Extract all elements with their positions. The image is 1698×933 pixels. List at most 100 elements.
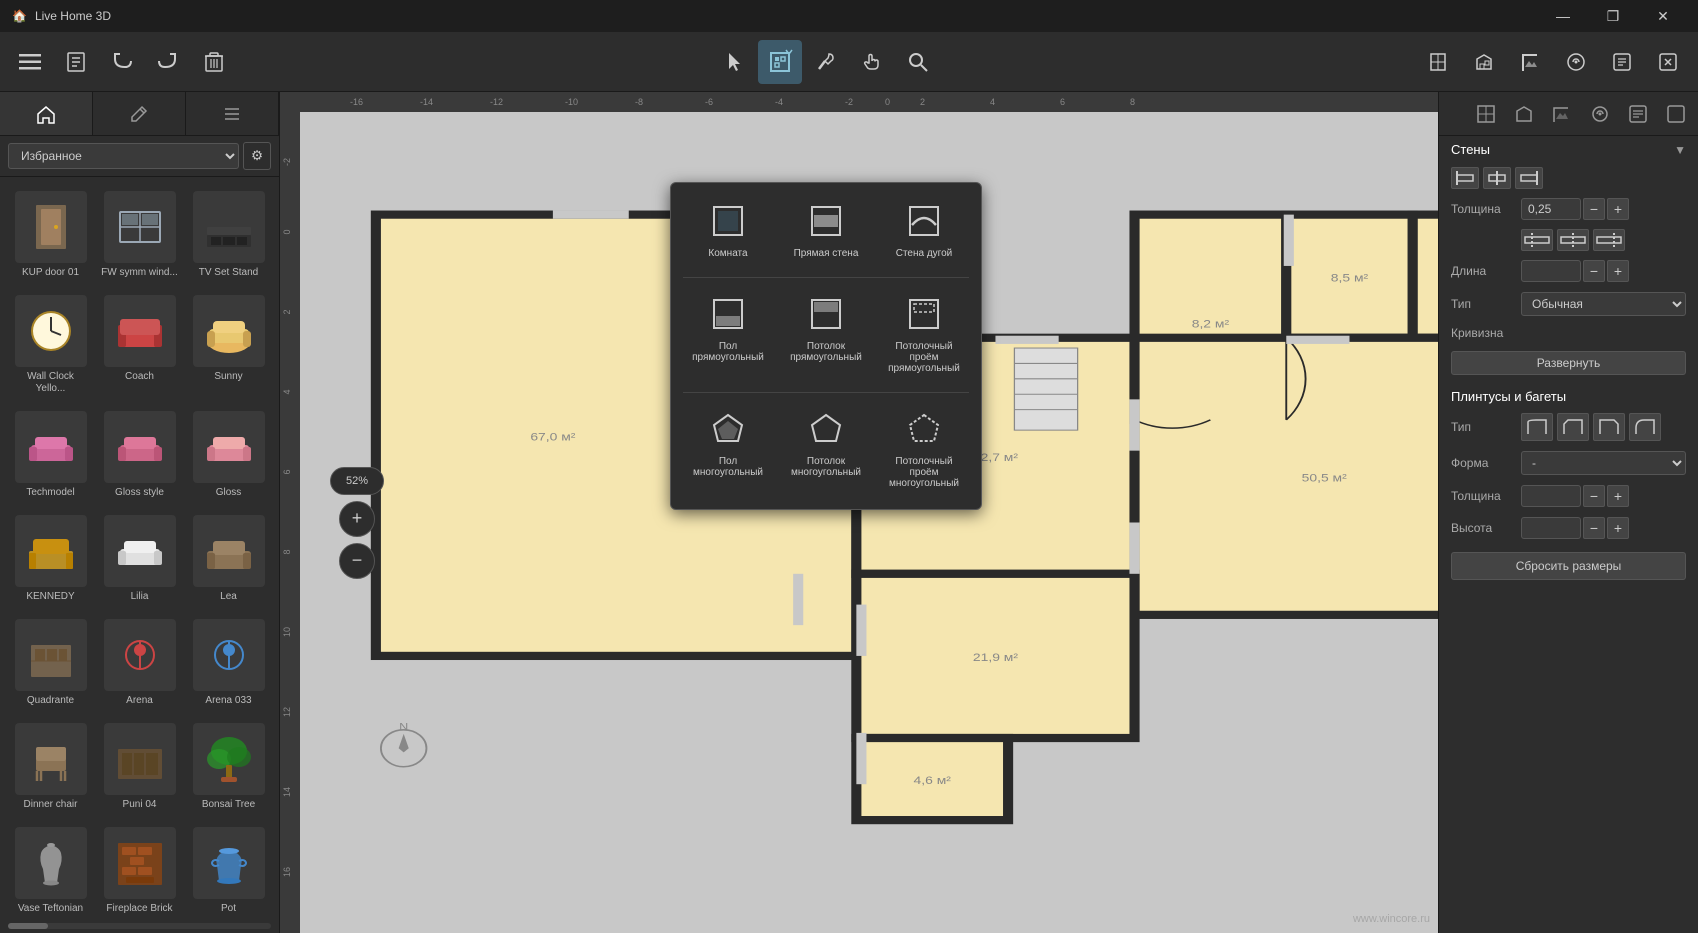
align-icon-2c[interactable]: [1593, 229, 1625, 251]
right-tool-2[interactable]: [1462, 40, 1506, 84]
list-item[interactable]: KENNEDY: [8, 509, 93, 609]
list-item[interactable]: FW symm wind...: [97, 185, 182, 285]
list-item[interactable]: Lea: [186, 509, 271, 609]
right-tab-2[interactable]: [1506, 96, 1542, 132]
rect-floor-icon: [710, 296, 746, 337]
plinth-shape-2[interactable]: [1557, 413, 1589, 441]
zoom-out-button[interactable]: −: [339, 543, 375, 579]
svg-text:2: 2: [920, 97, 925, 107]
menu-button[interactable]: [8, 40, 52, 84]
expand-button[interactable]: Развернуть: [1451, 351, 1686, 375]
plinth-height-plus[interactable]: +: [1607, 517, 1629, 539]
list-item[interactable]: Arena 033: [186, 613, 271, 713]
list-item[interactable]: Gloss style: [97, 405, 182, 505]
list-item[interactable]: Fireplace Brick: [97, 821, 182, 919]
plinth-shape-4[interactable]: [1629, 413, 1661, 441]
list-item[interactable]: TV Set Stand: [186, 185, 271, 285]
length-row: Длина − +: [1439, 255, 1698, 287]
align-left-icon[interactable]: [1451, 167, 1479, 189]
align-icon-2b[interactable]: [1557, 229, 1589, 251]
category-dropdown[interactable]: Избранное: [8, 143, 239, 169]
list-item[interactable]: Bonsai Tree: [186, 717, 271, 817]
right-tool-6[interactable]: [1646, 40, 1690, 84]
plinth-type-row: Тип: [1439, 408, 1698, 446]
align-right-icon[interactable]: [1515, 167, 1543, 189]
thickness-plus[interactable]: +: [1607, 198, 1629, 220]
popup-straight-wall[interactable]: Прямая стена: [781, 195, 871, 267]
search-button[interactable]: [896, 40, 940, 84]
popup-rect-floor[interactable]: Пол прямоугольный: [683, 288, 773, 382]
item-thumbnail: [104, 411, 176, 483]
plinth-thickness-plus[interactable]: +: [1607, 485, 1629, 507]
hand-button[interactable]: [850, 40, 894, 84]
plinth-height-input[interactable]: [1521, 517, 1581, 539]
align-icon-2a[interactable]: [1521, 229, 1553, 251]
right-tab-4[interactable]: [1582, 96, 1618, 132]
trash-button[interactable]: [192, 40, 236, 84]
popup-poly-ceiling[interactable]: Потолок многоугольный: [781, 403, 871, 497]
list-item[interactable]: Pot: [186, 821, 271, 919]
popup-rect-ceiling-opening[interactable]: Потолочный проём прямоугольный: [879, 288, 969, 382]
zoom-in-button[interactable]: +: [339, 501, 375, 537]
sidebar-tab-edit[interactable]: [93, 92, 186, 135]
plinth-form-select[interactable]: -: [1521, 451, 1686, 475]
plinth-thickness-minus[interactable]: −: [1583, 485, 1605, 507]
right-tab-5[interactable]: [1620, 96, 1656, 132]
cursor-button[interactable]: [712, 40, 756, 84]
minimize-button[interactable]: —: [1540, 0, 1586, 32]
tools-button[interactable]: [804, 40, 848, 84]
item-label: Bonsai Tree: [202, 799, 255, 811]
right-tab-1[interactable]: [1468, 96, 1504, 132]
popup-arc-wall[interactable]: Стена дугой: [879, 195, 969, 267]
canvas-area[interactable]: -16 -14 -12 -10 -8 -6 -4 -2 0 2 4 6 8 -2…: [280, 92, 1438, 933]
thickness-minus[interactable]: −: [1583, 198, 1605, 220]
list-item[interactable]: Gloss: [186, 405, 271, 505]
item-label: Arena: [126, 695, 153, 707]
list-item[interactable]: Arena: [97, 613, 182, 713]
maximize-button[interactable]: ❐: [1590, 0, 1636, 32]
right-tool-1[interactable]: [1416, 40, 1460, 84]
book-button[interactable]: [54, 40, 98, 84]
length-plus[interactable]: +: [1607, 260, 1629, 282]
build-button[interactable]: [758, 40, 802, 84]
list-item[interactable]: Coach: [97, 289, 182, 401]
redo-button[interactable]: [146, 40, 190, 84]
list-item[interactable]: Vase Teftonian: [8, 821, 93, 919]
list-item[interactable]: Lilia: [97, 509, 182, 609]
list-item[interactable]: Puni 04: [97, 717, 182, 817]
list-item[interactable]: Wall Clock Yello...: [8, 289, 93, 401]
sidebar-settings-button[interactable]: ⚙: [243, 142, 271, 170]
plinth-shape-1[interactable]: [1521, 413, 1553, 441]
plinth-thickness-input[interactable]: [1521, 485, 1581, 507]
list-item[interactable]: Sunny: [186, 289, 271, 401]
sidebar-tab-list[interactable]: [186, 92, 279, 135]
popup-poly-floor[interactable]: Пол многоугольный: [683, 403, 773, 497]
plinth-shape-3[interactable]: [1593, 413, 1625, 441]
scrollbar-thumb[interactable]: [8, 923, 48, 929]
list-item[interactable]: Techmodel: [8, 405, 93, 505]
close-button[interactable]: ✕: [1640, 0, 1686, 32]
length-input[interactable]: [1521, 260, 1581, 282]
list-item[interactable]: Dinner chair: [8, 717, 93, 817]
right-tool-4[interactable]: [1554, 40, 1598, 84]
reset-button[interactable]: Сбросить размеры: [1451, 552, 1686, 580]
right-tool-5[interactable]: [1600, 40, 1644, 84]
sidebar-tab-home[interactable]: [0, 92, 93, 135]
item-thumbnail: [15, 191, 87, 263]
type-select[interactable]: Обычная: [1521, 292, 1686, 316]
popup-room[interactable]: Комната: [683, 195, 773, 267]
popup-poly-ceiling-opening[interactable]: Потолочный проём многоугольный: [879, 403, 969, 497]
right-tool-3[interactable]: [1508, 40, 1552, 84]
list-item[interactable]: Quadrante: [8, 613, 93, 713]
list-item[interactable]: KUP door 01: [8, 185, 93, 285]
popup-rect-ceiling[interactable]: Потолок прямоугольный: [781, 288, 871, 382]
length-minus[interactable]: −: [1583, 260, 1605, 282]
scrollbar[interactable]: [8, 923, 271, 929]
poly-ceiling-opening-icon: [906, 411, 942, 452]
plinth-height-minus[interactable]: −: [1583, 517, 1605, 539]
align-center-icon[interactable]: [1483, 167, 1511, 189]
thickness-input[interactable]: [1521, 198, 1581, 220]
undo-button[interactable]: [100, 40, 144, 84]
right-tab-6[interactable]: [1658, 96, 1694, 132]
right-tab-3[interactable]: [1544, 96, 1580, 132]
